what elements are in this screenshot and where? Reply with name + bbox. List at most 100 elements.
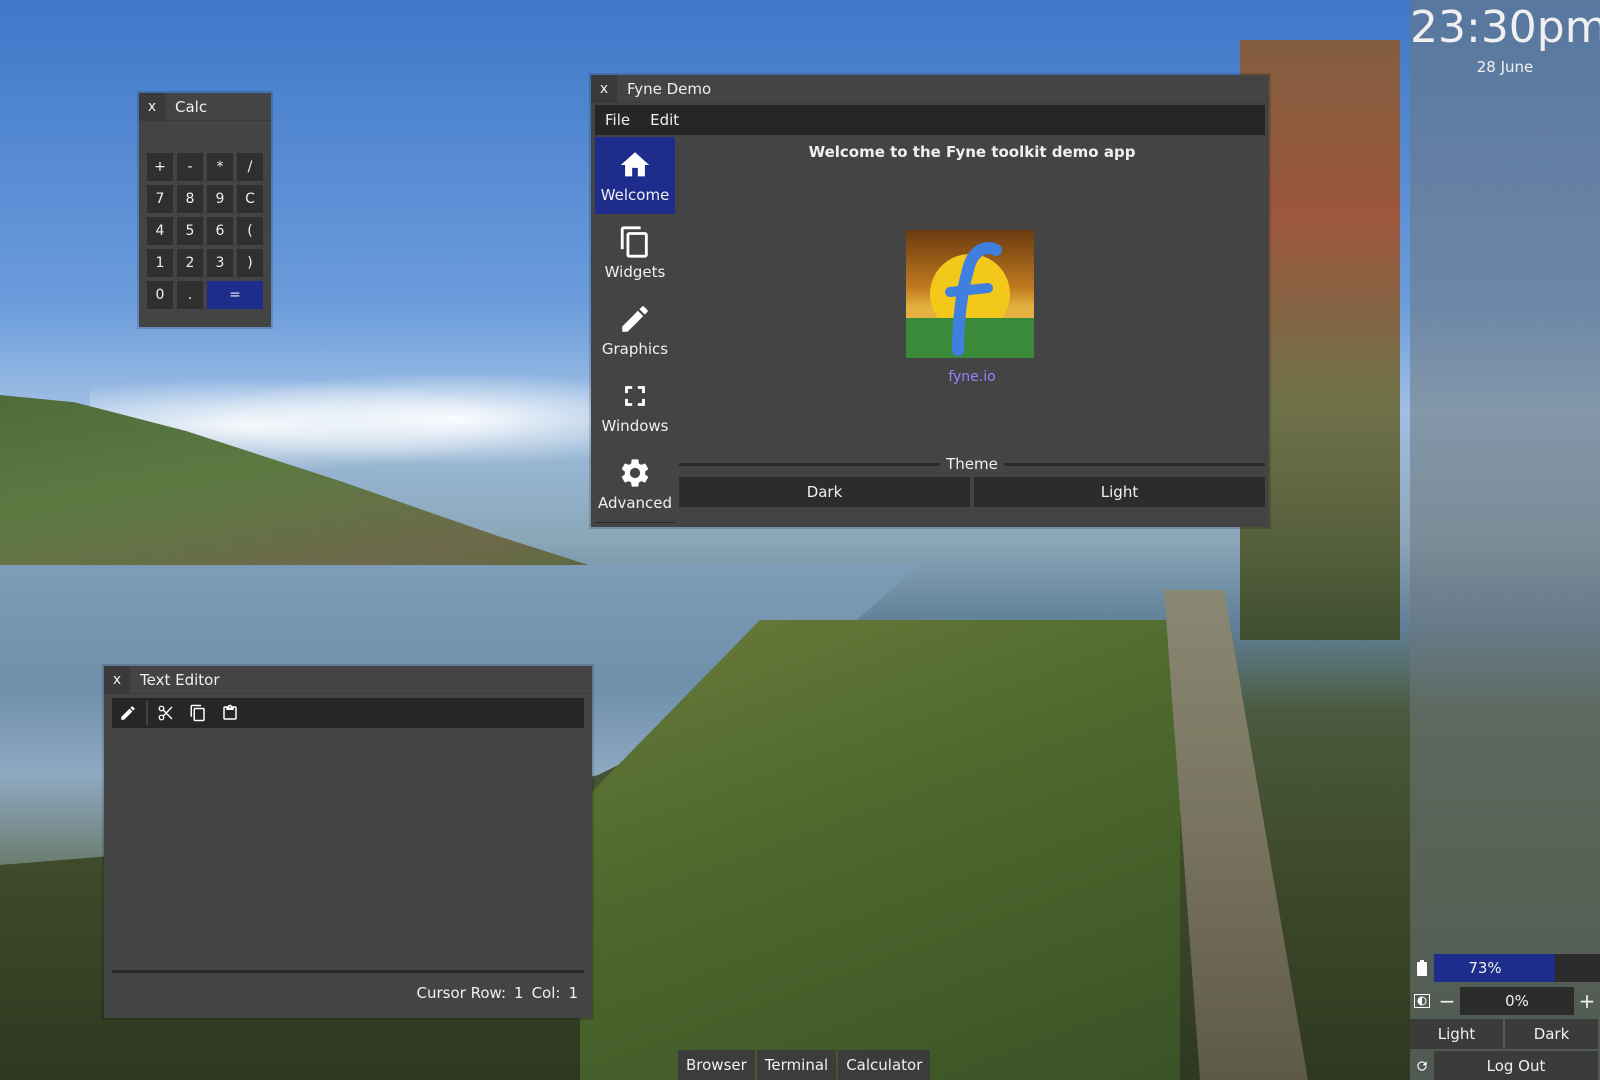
- battery-row: 73%: [1410, 953, 1600, 983]
- calc-key-plus[interactable]: +: [147, 153, 173, 181]
- edit-tool-button[interactable]: [114, 699, 142, 727]
- theme-buttons: Dark Light: [679, 477, 1265, 507]
- system-side-panel: 23:30pm 28 June 73% − 0% + Light Dark Lo…: [1410, 0, 1600, 1080]
- calc-key-open-paren[interactable]: (: [237, 217, 263, 245]
- cursor-col-label: Col:: [531, 984, 561, 1002]
- taskbar-browser[interactable]: Browser: [678, 1050, 755, 1080]
- clock: 23:30pm: [1410, 2, 1600, 53]
- sidebar-item-widgets[interactable]: Widgets: [595, 214, 675, 291]
- battery-icon: [1410, 953, 1434, 983]
- calc-key-divide[interactable]: /: [237, 153, 263, 181]
- editor-status-bar: Cursor Row: 1 Col: 1: [417, 984, 578, 1002]
- text-editor-window: x Text Editor Cursor Row: 1 Col: 1: [104, 665, 592, 1018]
- sidebar-item-welcome[interactable]: Welcome: [595, 137, 675, 214]
- theme-separator: Theme: [679, 455, 1265, 473]
- menu-bar: File Edit: [595, 105, 1265, 135]
- pencil-icon: [622, 305, 648, 332]
- calc-key-6[interactable]: 6: [207, 217, 233, 245]
- fyne-logo: [906, 230, 1034, 358]
- fyne-demo-close-button[interactable]: x: [591, 74, 617, 103]
- theme-toggle-row: Light Dark: [1410, 1019, 1600, 1049]
- sidebar-item-label: Graphics: [601, 339, 669, 358]
- scissors-icon: [158, 705, 173, 721]
- calc-key-9[interactable]: 9: [207, 185, 233, 213]
- calc-titlebar[interactable]: x Calc: [139, 92, 271, 121]
- copy-icon: [190, 704, 205, 722]
- brightness-increase-button[interactable]: +: [1574, 987, 1600, 1015]
- sidebar-item-graphics[interactable]: Graphics: [595, 291, 675, 368]
- calc-title: Calc: [175, 97, 208, 116]
- editor-text-area[interactable]: [112, 734, 584, 974]
- logout-button[interactable]: Log Out: [1434, 1051, 1598, 1080]
- calc-key-3[interactable]: 3: [207, 249, 233, 277]
- sidebar-item-label: Windows: [601, 416, 669, 435]
- calc-close-button[interactable]: x: [139, 92, 165, 121]
- cut-button[interactable]: [152, 699, 180, 727]
- fyne-welcome-panel: Welcome to the Fyne toolkit demo app fyn…: [679, 137, 1265, 523]
- taskbar-calculator[interactable]: Calculator: [838, 1050, 931, 1080]
- text-editor-title: Text Editor: [140, 670, 220, 689]
- divider: [112, 970, 584, 973]
- home-icon: [620, 151, 650, 176]
- calc-key-equals[interactable]: =: [207, 281, 263, 309]
- panel-dark-button[interactable]: Dark: [1505, 1019, 1598, 1049]
- brightness-decrease-button[interactable]: −: [1434, 987, 1460, 1015]
- sidebar-item-advanced[interactable]: Advanced: [595, 445, 675, 522]
- theme-label: Theme: [946, 455, 998, 473]
- battery-percent: 73%: [1468, 959, 1502, 977]
- date: 28 June: [1476, 58, 1534, 76]
- refresh-icon[interactable]: [1410, 1051, 1434, 1080]
- calc-display: [139, 121, 271, 153]
- calc-key-dot[interactable]: .: [177, 281, 203, 309]
- brightness-value: 0%: [1460, 987, 1574, 1015]
- toolbar-separator: [146, 701, 148, 725]
- welcome-heading: Welcome to the Fyne toolkit demo app: [808, 143, 1136, 161]
- battery-level-bar: 73%: [1434, 954, 1600, 982]
- brightness-icon: [1410, 986, 1434, 1016]
- taskbar: Browser Terminal Calculator: [678, 1050, 931, 1080]
- copy-icon: [620, 225, 648, 258]
- clipboard-icon: [223, 704, 237, 720]
- calc-window: x Calc + - */ 7 8 9 C 4 5 6(1 2 3) 0. =: [139, 92, 271, 327]
- fyne-demo-titlebar[interactable]: x Fyne Demo: [591, 74, 1269, 103]
- paste-button[interactable]: [216, 699, 244, 727]
- brightness-row: − 0% +: [1410, 986, 1600, 1016]
- fyne-io-link[interactable]: fyne.io: [679, 369, 1265, 385]
- cursor-row-label: Cursor Row:: [416, 984, 507, 1002]
- fullscreen-icon: [625, 385, 645, 406]
- menu-edit[interactable]: Edit: [640, 111, 689, 129]
- theme-light-button[interactable]: Light: [974, 477, 1265, 507]
- divider: [679, 462, 941, 466]
- pencil-icon: [121, 706, 135, 720]
- cursor-row-value: 1: [514, 984, 524, 1002]
- menu-file[interactable]: File: [595, 111, 640, 129]
- copy-button[interactable]: [184, 699, 212, 727]
- panel-light-button[interactable]: Light: [1410, 1019, 1503, 1049]
- cursor-col-value: 1: [568, 984, 578, 1002]
- calc-key-multiply[interactable]: *: [207, 153, 233, 181]
- calc-key-minus[interactable]: -: [177, 153, 203, 181]
- sidebar-item-label: Advanced: [597, 493, 673, 512]
- theme-dark-button[interactable]: Dark: [679, 477, 970, 507]
- calc-key-2[interactable]: 2: [177, 249, 203, 277]
- calc-key-8[interactable]: 8: [177, 185, 203, 213]
- calc-key-0[interactable]: 0: [147, 281, 173, 309]
- fyne-sidebar: Welcome Widgets Graphics Windows Advance…: [595, 137, 675, 523]
- sidebar-item-label: Widgets: [604, 262, 666, 281]
- calc-key-4[interactable]: 4: [147, 217, 173, 245]
- calc-key-7[interactable]: 7: [147, 185, 173, 213]
- text-editor-titlebar[interactable]: x Text Editor: [104, 665, 592, 694]
- calc-key-close-paren[interactable]: ): [237, 249, 263, 277]
- divider: [1003, 462, 1265, 466]
- calc-key-1[interactable]: 1: [147, 249, 173, 277]
- gear-icon: [621, 458, 649, 487]
- fyne-demo-title: Fyne Demo: [627, 79, 712, 98]
- calc-key-5[interactable]: 5: [177, 217, 203, 245]
- text-editor-close-button[interactable]: x: [104, 665, 130, 694]
- calc-keypad: + - */ 7 8 9 C 4 5 6(1 2 3) 0. =: [139, 153, 271, 309]
- taskbar-terminal[interactable]: Terminal: [756, 1050, 837, 1080]
- calc-key-clear[interactable]: C: [237, 185, 263, 213]
- fyne-demo-window: x Fyne Demo File Edit Welcome Widgets Gr…: [591, 74, 1269, 527]
- editor-toolbar: [112, 698, 584, 728]
- sidebar-item-windows[interactable]: Windows: [595, 368, 675, 445]
